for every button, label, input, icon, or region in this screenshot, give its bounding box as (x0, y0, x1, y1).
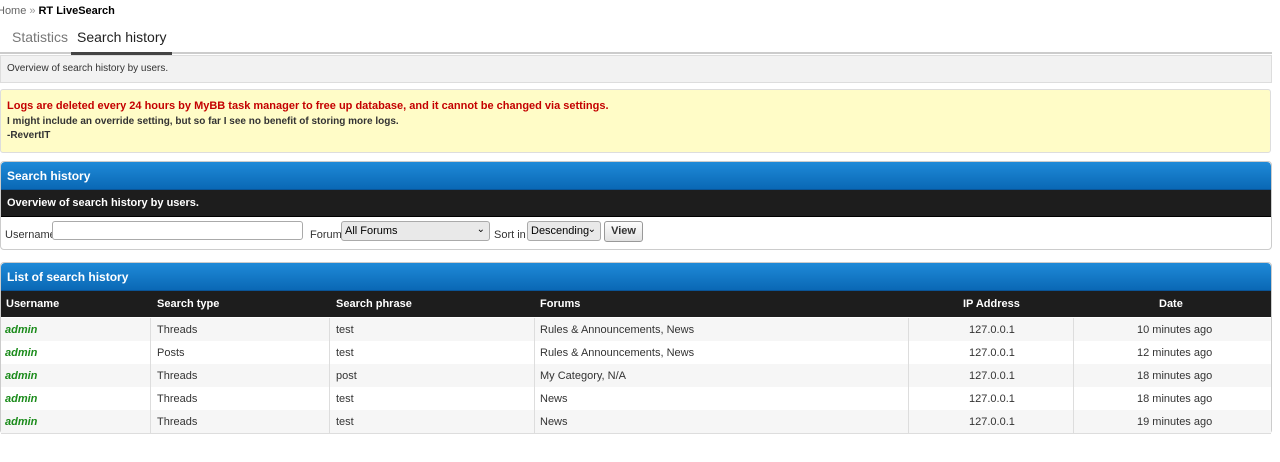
search-phrase-cell: test (336, 393, 354, 405)
column-header-forums: Forums (540, 298, 581, 310)
forum-select[interactable]: All Forums ⌄ (341, 221, 490, 241)
username-link[interactable]: admin (5, 347, 37, 359)
search-phrase-cell: test (336, 416, 354, 428)
view-button[interactable]: View (604, 221, 643, 242)
filter-box-subheader: Overview of search history by users. (1, 190, 1271, 217)
search-type-cell: Threads (157, 393, 198, 405)
table-header: Username Search type Search phrase Forum… (1, 291, 1271, 317)
search-type-cell: Threads (157, 324, 198, 336)
date-cell: 18 minutes ago (1137, 393, 1213, 405)
username-input[interactable] (52, 221, 303, 240)
table-row: admin Threads post My Category, N/A 127.… (1, 364, 1271, 388)
forum-select-value: All Forums (345, 225, 398, 237)
forum-link[interactable]: News (540, 416, 568, 428)
table-row: admin Threads test Rules & Announcements… (1, 318, 1271, 342)
forum-link[interactable]: Rules & Announcements (540, 347, 660, 359)
table-row: admin Posts test Rules & Announcements, … (1, 341, 1271, 365)
breadcrumb-current: RT LiveSearch (38, 5, 115, 17)
notice-box: Logs are deleted every 24 hours by MyBB … (0, 89, 1271, 153)
chevron-down-icon: ⌄ (476, 224, 485, 235)
chevron-down-icon: ⌄ (587, 224, 596, 235)
breadcrumb-separator: » (29, 5, 36, 17)
column-header-ip-address: IP Address (963, 298, 1020, 310)
history-box-title: List of search history (7, 270, 129, 284)
search-phrase-cell: test (336, 324, 354, 336)
search-phrase-cell: test (336, 347, 354, 359)
tab-statistics[interactable]: Statistics (12, 29, 68, 45)
column-header-date: Date (1159, 298, 1183, 310)
tab-search-history[interactable]: Search history (71, 29, 173, 55)
forums-cell: My Category, N/A (540, 370, 627, 382)
breadcrumb: Home» RT LiveSearch (0, 5, 115, 17)
search-phrase-cell: post (336, 370, 357, 382)
forum-link[interactable]: News (667, 347, 695, 359)
column-header-search-phrase: Search phrase (336, 298, 412, 310)
date-cell: 12 minutes ago (1137, 347, 1213, 359)
forum-link[interactable]: N/A (608, 370, 626, 382)
ip-address-cell: 127.0.0.1 (969, 370, 1015, 382)
search-type-cell: Threads (157, 370, 198, 382)
breadcrumb-home-link[interactable]: Home (0, 5, 26, 17)
forum-link[interactable]: News (540, 393, 568, 405)
table-row: admin Threads test News 127.0.0.1 19 min… (1, 410, 1271, 434)
date-cell: 19 minutes ago (1137, 416, 1213, 428)
history-box-header: List of search history (1, 263, 1271, 291)
forums-cell: News (540, 393, 568, 405)
username-link[interactable]: admin (5, 393, 37, 405)
forum-link[interactable]: News (667, 324, 695, 336)
column-header-username: Username (6, 298, 60, 310)
username-link[interactable]: admin (5, 416, 37, 428)
forums-cell: News (540, 416, 568, 428)
forum-link[interactable]: Rules & Announcements (540, 324, 660, 336)
filter-box-title: Search history (7, 169, 91, 183)
search-filter-box: Search history Overview of search histor… (0, 161, 1272, 250)
username-label: Username (5, 229, 56, 241)
forums-cell: Rules & Announcements, News (540, 324, 695, 336)
search-history-table-box: List of search history Username Search t… (0, 262, 1272, 434)
notice-signature: -RevertIT (7, 130, 51, 141)
page-description: Overview of search history by users. (7, 63, 169, 74)
table-row: admin Threads test News 127.0.0.1 18 min… (1, 387, 1271, 411)
search-type-cell: Threads (157, 416, 198, 428)
notice-warning: Logs are deleted every 24 hours by MyBB … (7, 100, 609, 112)
filter-box-header: Search history (1, 162, 1271, 190)
date-cell: 18 minutes ago (1137, 370, 1213, 382)
filter-box-subtitle: Overview of search history by users. (7, 197, 199, 209)
ip-address-cell: 127.0.0.1 (969, 416, 1015, 428)
forums-cell: Rules & Announcements, News (540, 347, 695, 359)
sort-select[interactable]: Descending ⌄ (527, 221, 601, 241)
date-cell: 10 minutes ago (1137, 324, 1213, 336)
sort-label: Sort in (494, 229, 526, 241)
notice-text: I might include an override setting, but… (7, 116, 399, 127)
ip-address-cell: 127.0.0.1 (969, 393, 1015, 405)
sort-select-value: Descending (531, 225, 590, 237)
username-link[interactable]: admin (5, 324, 37, 336)
ip-address-cell: 127.0.0.1 (969, 347, 1015, 359)
username-link[interactable]: admin (5, 370, 37, 382)
tab-bar: Statistics Search history (0, 24, 1272, 55)
forum-link[interactable]: My Category (540, 370, 602, 382)
search-type-cell: Posts (157, 347, 185, 359)
ip-address-cell: 127.0.0.1 (969, 324, 1015, 336)
column-header-search-type: Search type (157, 298, 220, 310)
page-description-bar: Overview of search history by users. (0, 55, 1272, 83)
forum-label: Forum (310, 229, 342, 241)
